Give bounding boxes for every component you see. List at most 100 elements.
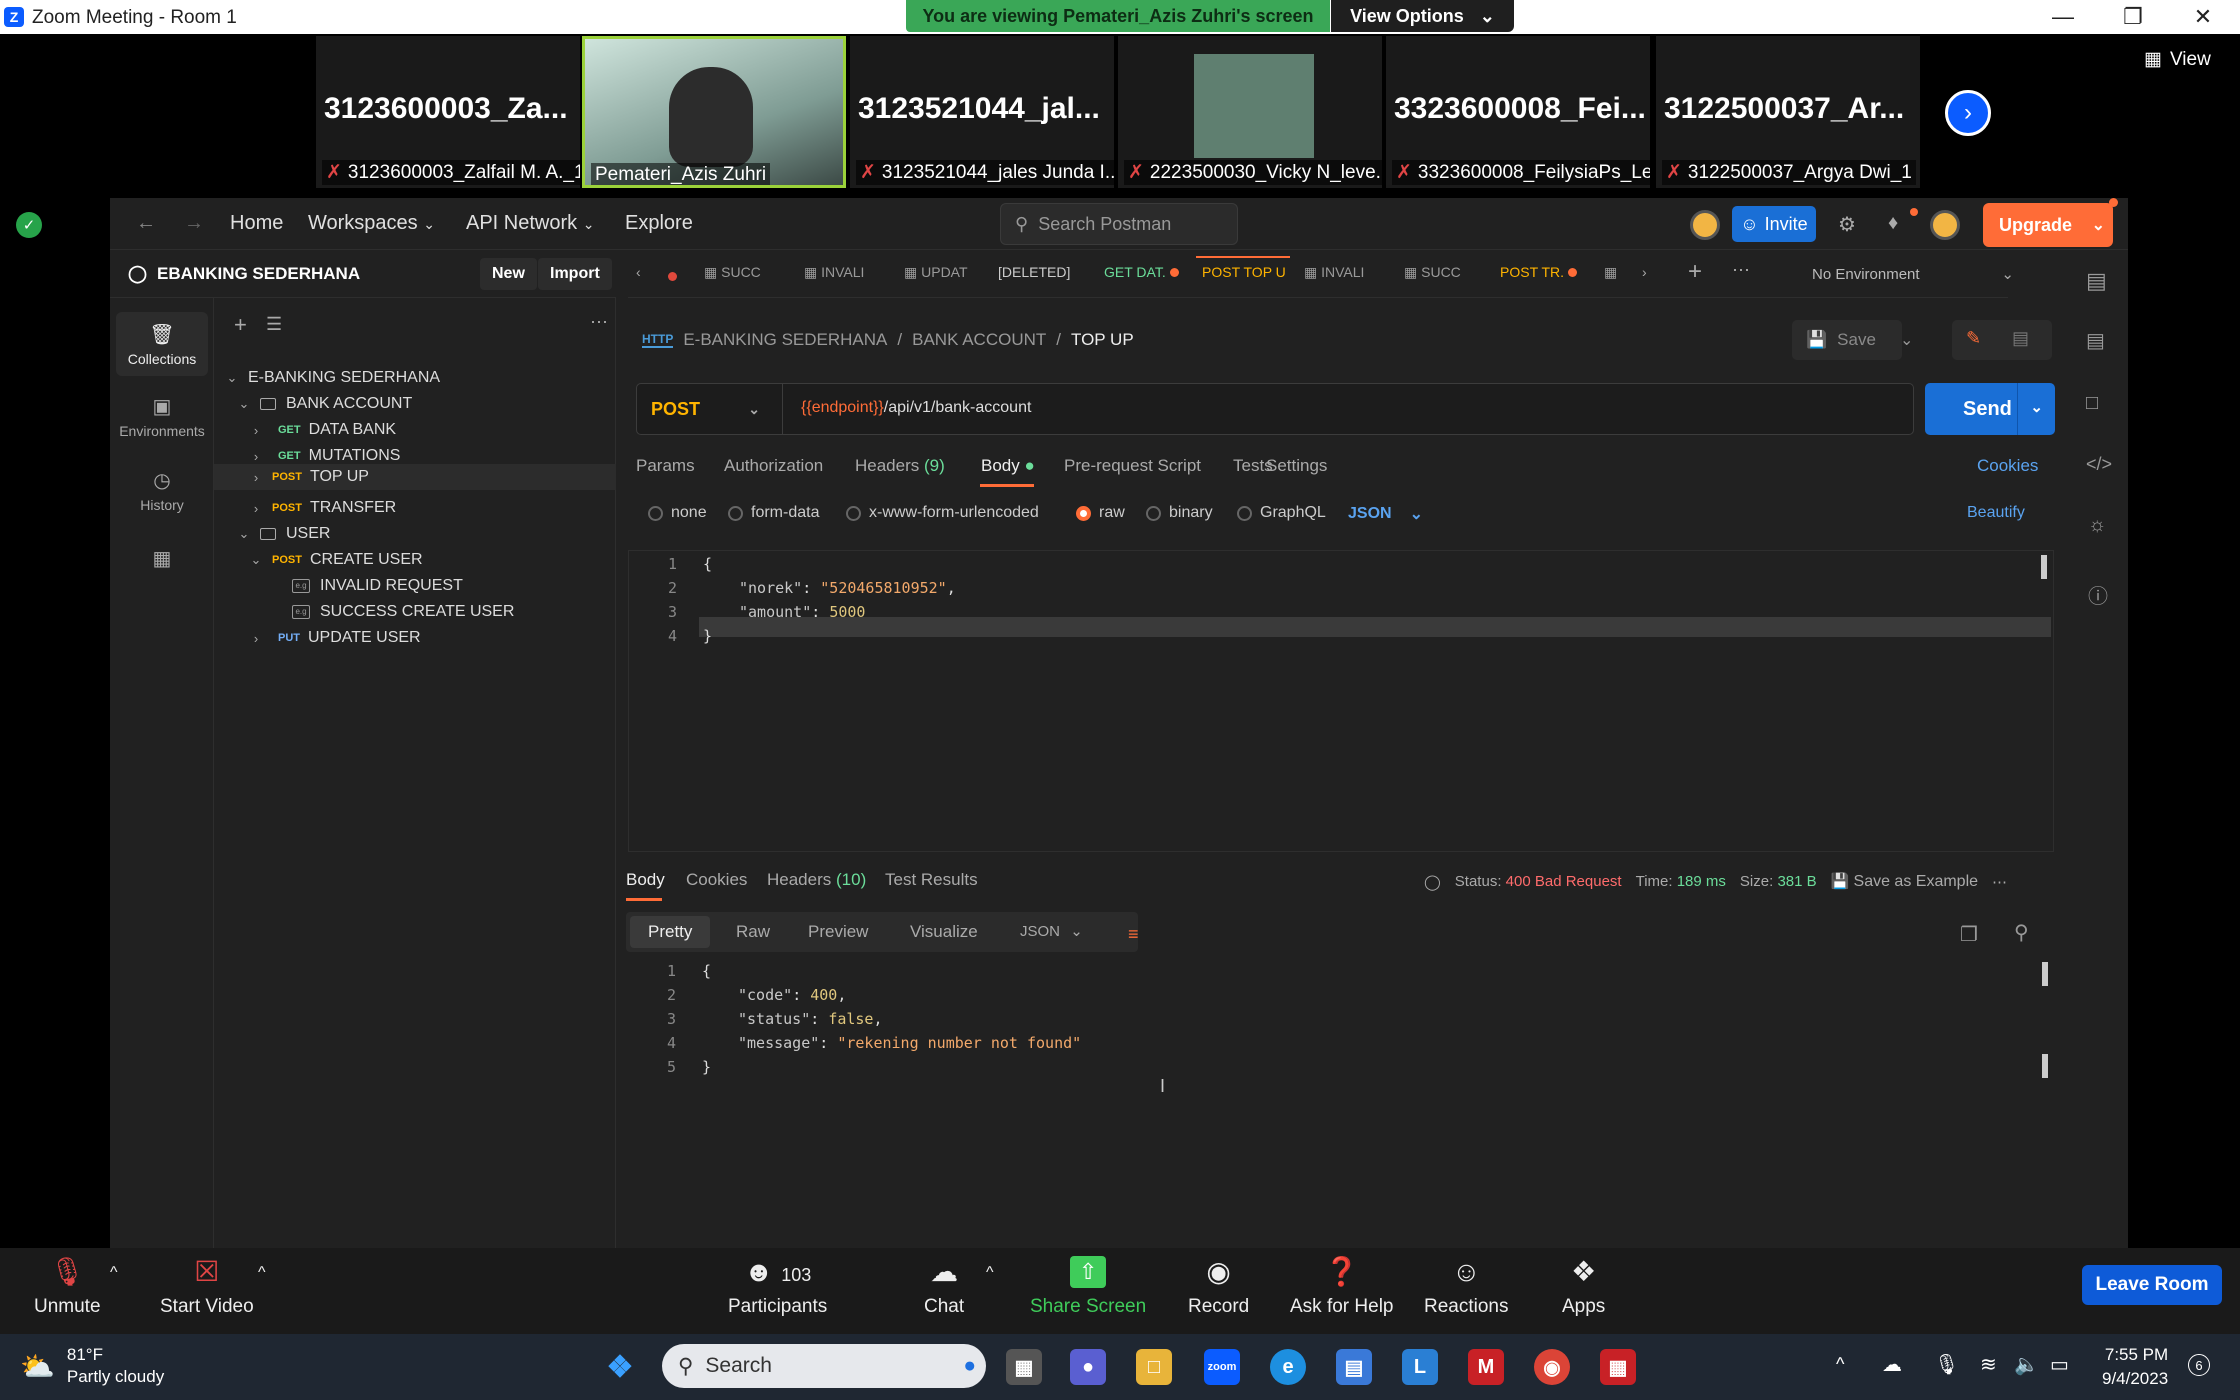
- back-arrow-icon[interactable]: ←: [136, 212, 156, 235]
- tree-request[interactable]: › PUT UPDATE USER: [214, 620, 616, 656]
- view-raw[interactable]: Raw: [736, 922, 770, 942]
- nav-api-network[interactable]: API Network ⌄: [466, 212, 594, 235]
- tab-headers[interactable]: Headers (9): [855, 456, 945, 476]
- tab-item-active[interactable]: POST TOP U: [1202, 264, 1286, 280]
- record-button[interactable]: ◉ Record: [1188, 1256, 1249, 1318]
- settings-gear-icon[interactable]: ⚙: [1838, 212, 1856, 237]
- audio-options-chevron-icon[interactable]: ^: [110, 1264, 118, 1282]
- store-icon[interactable]: ▤: [1336, 1349, 1372, 1385]
- search-postman-input[interactable]: ⚲ Search Postman: [1000, 203, 1238, 245]
- new-button[interactable]: New: [480, 258, 537, 290]
- nav-workspaces[interactable]: Workspaces ⌄: [308, 212, 435, 235]
- comments-icon[interactable]: □: [2086, 392, 2098, 415]
- import-button[interactable]: Import: [538, 258, 612, 290]
- task-view-icon[interactable]: ▦: [1006, 1349, 1042, 1385]
- onedrive-cloud-icon[interactable]: ☁: [1882, 1352, 1902, 1377]
- copy-icon[interactable]: ❐: [1960, 922, 1978, 947]
- response-format-select[interactable]: JSON ⌄: [1020, 922, 1083, 940]
- minimize-button[interactable]: —: [2028, 0, 2098, 34]
- notifications-bell-icon[interactable]: ♦: [1888, 212, 1898, 235]
- radio-form-data[interactable]: form-data: [728, 504, 819, 522]
- environment-selector[interactable]: No Environment ⌄: [1790, 250, 2022, 298]
- breadcrumb-collection[interactable]: E-BANKING SEDERHANA: [683, 330, 887, 350]
- rail-history[interactable]: ◷ History: [116, 458, 208, 522]
- view-visualize[interactable]: Visualize: [910, 922, 978, 942]
- tab-item[interactable]: ▦ SUCC: [1404, 264, 1461, 281]
- chrome-icon[interactable]: ◉: [1534, 1349, 1570, 1385]
- breadcrumb-request[interactable]: TOP UP: [1071, 330, 1134, 350]
- participant-tile-active-video[interactable]: Pemateri_Azis Zuhri: [582, 36, 846, 188]
- cookies-link[interactable]: Cookies: [1977, 456, 2038, 476]
- tab-body[interactable]: Body ●: [981, 456, 1035, 476]
- volume-icon[interactable]: 🔈: [2014, 1352, 2039, 1377]
- radio-raw[interactable]: raw: [1076, 504, 1125, 522]
- pencil-icon[interactable]: ✎: [1966, 328, 1981, 349]
- restore-button[interactable]: ❐: [2098, 0, 2168, 34]
- tabs-scroll-left-icon[interactable]: ‹: [636, 264, 641, 280]
- info-icon[interactable]: ⓘ: [2088, 580, 2108, 609]
- participant-tile[interactable]: 3323600008_Fei... ✗ 3323600008_FeilysiaPs…: [1386, 36, 1650, 188]
- teams-chat-icon[interactable]: ●: [1070, 1349, 1106, 1385]
- edge-browser-icon[interactable]: e: [1270, 1349, 1306, 1385]
- team-avatar[interactable]: [1690, 210, 1720, 240]
- tab-item[interactable]: ▦ INVALI: [804, 264, 864, 281]
- wrap-lines-icon[interactable]: ≡: [1128, 924, 1139, 945]
- radio-none[interactable]: none: [648, 504, 707, 522]
- participant-tile[interactable]: ✗ 2223500030_Vicky N_leve...: [1118, 36, 1382, 188]
- breadcrumb-folder[interactable]: BANK ACCOUNT: [912, 330, 1046, 350]
- security-shield-icon[interactable]: ✓: [16, 212, 42, 238]
- code-snippet-icon[interactable]: </>: [2086, 454, 2112, 475]
- tab-params[interactable]: Params: [636, 456, 695, 476]
- windows-start-icon[interactable]: ❖: [602, 1349, 638, 1385]
- apps-button[interactable]: ❖ Apps: [1562, 1256, 1605, 1318]
- file-explorer-icon[interactable]: □: [1136, 1349, 1172, 1385]
- workspace-name[interactable]: ◯ EBANKING SEDERHANA: [128, 264, 360, 284]
- weather-widget[interactable]: ⛅ 81°F Partly cloudy: [20, 1344, 164, 1388]
- filter-icon[interactable]: ☰: [266, 314, 282, 335]
- tray-chevron-up-icon[interactable]: ^: [1836, 1354, 1844, 1375]
- layout-toggle-icon[interactable]: ▤: [2086, 268, 2107, 294]
- rail-configure[interactable]: ▦: [116, 526, 208, 590]
- leave-room-button[interactable]: Leave Room: [2082, 1265, 2222, 1305]
- participant-tile[interactable]: 3123600003_Za... ✗ 3123600003_Zalfail M. …: [316, 36, 580, 188]
- radio-binary[interactable]: binary: [1146, 504, 1213, 522]
- more-options-icon[interactable]: ⋯: [590, 312, 608, 333]
- tabs-scroll-right-icon[interactable]: ›: [1642, 264, 1647, 280]
- send-button[interactable]: Send ⌄: [1925, 383, 2055, 435]
- response-tab-cookies[interactable]: Cookies: [686, 870, 747, 890]
- view-options-button[interactable]: View Options ⌄: [1331, 0, 1514, 32]
- ask-for-help-button[interactable]: ❓ Ask for Help: [1290, 1256, 1393, 1318]
- chat-button[interactable]: ☁ Chat: [924, 1256, 964, 1318]
- nav-explore[interactable]: Explore: [625, 212, 693, 235]
- scrollbar[interactable]: [2042, 1054, 2048, 1078]
- wifi-icon[interactable]: ≋: [1980, 1352, 1997, 1377]
- tree-request-selected[interactable]: › POST TOP UP: [214, 464, 616, 490]
- tab-item[interactable]: ▦ UPDAT: [904, 264, 968, 281]
- tab-settings[interactable]: Settings: [1266, 456, 1327, 476]
- unmute-button[interactable]: 🎙 Unmute: [34, 1256, 101, 1318]
- mcafee-icon[interactable]: M: [1468, 1349, 1504, 1385]
- invite-button[interactable]: ☺ Invite: [1732, 206, 1816, 242]
- scrollbar[interactable]: [2041, 555, 2047, 579]
- body-format-select[interactable]: JSON ⌄: [1348, 504, 1423, 524]
- view-button[interactable]: ▦ View: [2144, 48, 2211, 71]
- forward-arrow-icon[interactable]: →: [184, 212, 204, 235]
- save-dropdown-chevron-icon[interactable]: ⌄: [1900, 330, 1913, 350]
- view-pretty[interactable]: Pretty: [648, 922, 692, 942]
- tab-item[interactable]: ▦: [1604, 264, 1617, 281]
- nav-home[interactable]: Home: [230, 212, 283, 235]
- request-body-editor[interactable]: 1 2 3 4 { "norek": "520465810952", "amou…: [628, 550, 2054, 852]
- start-video-button[interactable]: ☒ Start Video: [160, 1256, 254, 1318]
- upgrade-button[interactable]: Upgrade ⌄: [1983, 203, 2113, 247]
- view-preview[interactable]: Preview: [808, 922, 868, 942]
- system-clock[interactable]: 7:55 PM 9/4/2023: [2102, 1343, 2168, 1391]
- microphone-icon[interactable]: 🎙: [1934, 1352, 1959, 1377]
- tabs-more-icon[interactable]: ⋯: [1732, 260, 1750, 281]
- lightbulb-icon[interactable]: ☼: [2088, 514, 2106, 537]
- search-icon[interactable]: ⚲: [2014, 920, 2029, 945]
- rail-collections[interactable]: 🗑 Collections: [116, 312, 208, 376]
- beautify-link[interactable]: Beautify: [1967, 504, 2025, 522]
- zoom-app-icon[interactable]: zoom: [1204, 1349, 1240, 1385]
- taskbar-search-input[interactable]: ⚲ Search ●: [662, 1344, 986, 1388]
- comment-icon[interactable]: ▤: [2012, 328, 2029, 349]
